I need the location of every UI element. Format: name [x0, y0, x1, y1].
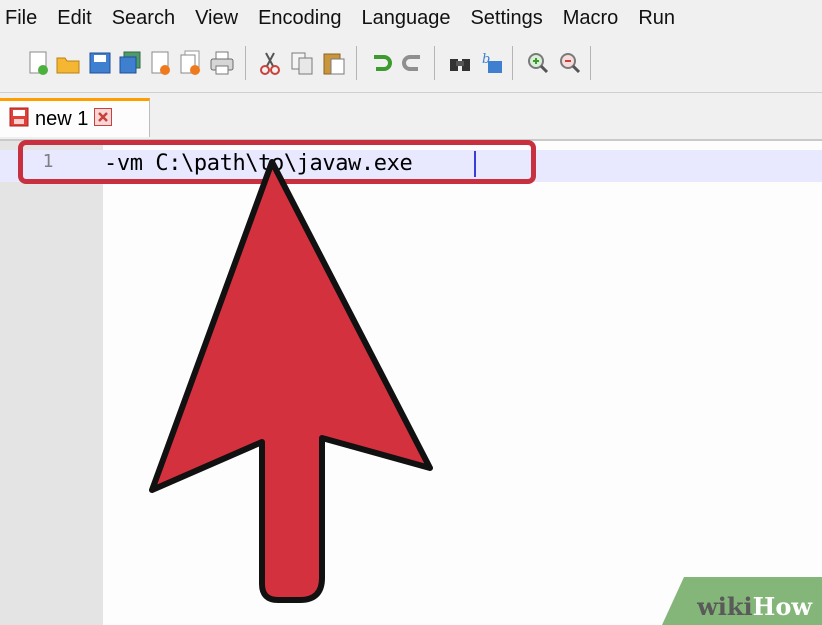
wikihow-logo-text: wikiHow: [697, 592, 812, 621]
annotation-arrow-icon: [149, 159, 433, 603]
